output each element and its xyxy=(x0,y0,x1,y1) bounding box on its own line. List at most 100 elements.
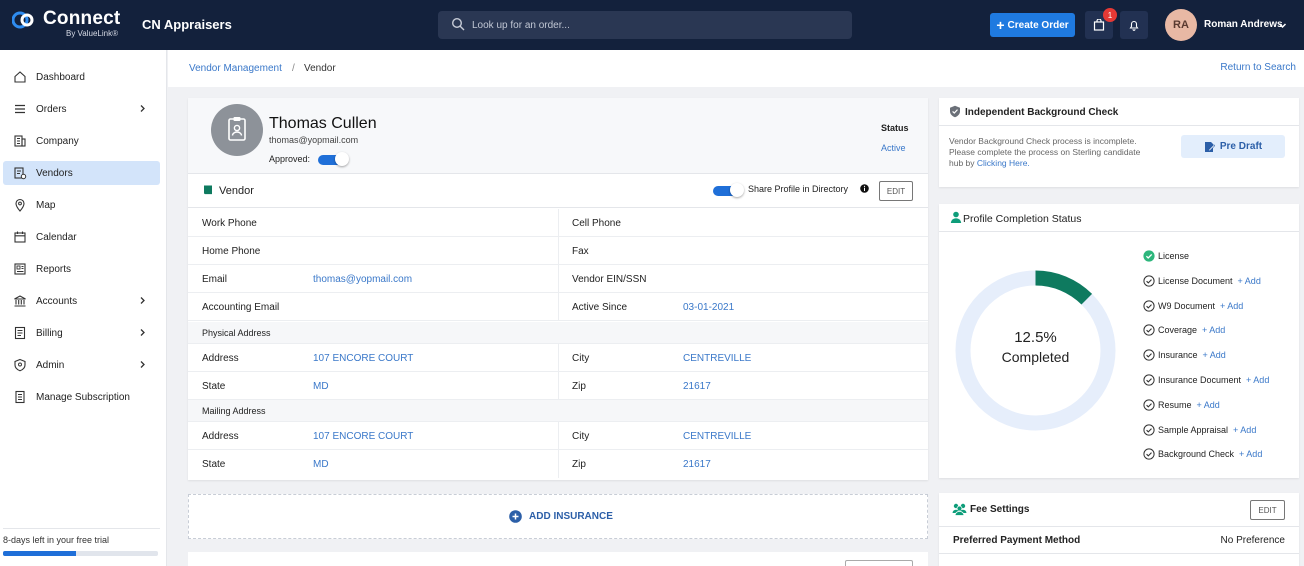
approved-label: Approved: xyxy=(269,154,311,164)
add-link[interactable]: + Add xyxy=(1246,375,1269,385)
sidebar-item-reports[interactable]: Reports xyxy=(3,257,160,281)
pre-draft-button[interactable]: Pre Draft xyxy=(1181,135,1285,158)
field-row: Accounting Email Active Since 03-01-2021 xyxy=(188,293,928,321)
return-to-search-link[interactable]: Return to Search xyxy=(1220,62,1296,73)
ein-label: Vendor EIN/SSN xyxy=(572,274,647,285)
search-input[interactable] xyxy=(472,11,842,39)
add-link[interactable]: + Add xyxy=(1238,276,1261,286)
work-phone-label: Work Phone xyxy=(202,218,257,229)
add-link[interactable]: + Add xyxy=(1197,400,1220,410)
sidebar-item-label: Calendar xyxy=(36,232,77,243)
vendor-edit-button[interactable]: EDIT xyxy=(879,181,913,201)
physical-state-label: State xyxy=(202,381,226,392)
field-row: Address 107 ENCORE COURT City CENTREVILL… xyxy=(188,422,928,450)
sidebar-item-label: Manage Subscription xyxy=(36,392,130,403)
calendar-icon xyxy=(14,231,26,243)
reports-icon xyxy=(14,263,26,275)
bell-icon xyxy=(1129,20,1139,31)
clicking-here-link[interactable]: Clicking Here. xyxy=(977,158,1030,168)
vendor-avatar[interactable] xyxy=(211,104,263,156)
accounting-email-label: Accounting Email xyxy=(202,302,280,313)
fee-settings-edit-button[interactable]: EDIT xyxy=(1250,500,1285,520)
create-order-label: Create Order xyxy=(1007,19,1069,31)
add-link[interactable]: + Add xyxy=(1203,350,1226,360)
background-check-header: Independent Background Check xyxy=(939,98,1299,126)
search-icon xyxy=(451,17,465,31)
check-outline-icon xyxy=(1143,374,1155,386)
breadcrumb-separator: / xyxy=(292,63,295,74)
user-name[interactable]: Roman Andrews xyxy=(1204,19,1283,30)
check-outline-icon xyxy=(1143,299,1155,312)
trial-progress-bar xyxy=(3,551,158,556)
completion-item-name: Insurance Document xyxy=(1158,375,1242,385)
physical-state-value: MD xyxy=(313,381,329,392)
check-outline-icon xyxy=(1143,349,1155,361)
sidebar-item-accounts[interactable]: Accounts xyxy=(3,289,160,313)
user-icon xyxy=(950,211,962,223)
chevron-right-icon xyxy=(140,297,145,304)
sidebar-item-vendors[interactable]: Vendors xyxy=(3,161,160,185)
completion-item: Sample Appraisal + Add xyxy=(1143,423,1256,437)
next-section-button[interactable] xyxy=(845,560,913,566)
sidebar-item-map[interactable]: Map xyxy=(3,193,160,217)
sidebar-item-label: Admin xyxy=(36,360,65,371)
sidebar-item-label: Accounts xyxy=(36,296,78,307)
sidebar-item-dashboard[interactable]: Dashboard xyxy=(3,65,160,89)
fax-label: Fax xyxy=(572,246,589,257)
connect-logo-icon xyxy=(12,11,34,29)
background-check-message: Vendor Background Check process is incom… xyxy=(949,136,1149,169)
sidebar-item-company[interactable]: Company xyxy=(3,129,160,153)
physical-address-label: Address xyxy=(202,353,239,364)
create-order-button[interactable]: + Create Order xyxy=(990,13,1075,37)
users-icon xyxy=(952,503,967,516)
background-check-title: Independent Background Check xyxy=(965,107,1119,118)
share-profile-label: Share Profile in Directory xyxy=(748,184,849,194)
company-name: CN Appraisers xyxy=(142,17,232,32)
status-value: Active xyxy=(881,143,906,153)
completion-item: W9 Document + Add xyxy=(1143,299,1243,313)
book-icon xyxy=(203,185,212,195)
logo-title: Connect xyxy=(43,8,121,29)
id-badge-icon xyxy=(228,117,246,141)
mailing-address-label: Address xyxy=(202,431,239,442)
sidebar-item-label: Company xyxy=(36,136,79,147)
sidebar-item-admin[interactable]: Admin xyxy=(3,353,160,377)
preferred-payment-value: No Preference xyxy=(1220,535,1285,546)
background-check-card: Independent Background Check Vendor Back… xyxy=(939,98,1299,187)
sidebar-item-label: Map xyxy=(36,200,56,211)
share-profile-toggle[interactable] xyxy=(713,183,744,197)
email-value[interactable]: thomas@yopmail.com xyxy=(313,274,412,285)
add-link[interactable]: + Add xyxy=(1202,325,1225,335)
chevron-down-icon[interactable] xyxy=(1278,21,1287,30)
completion-item: Insurance + Add xyxy=(1143,348,1226,362)
physical-address-heading-text: Physical Address xyxy=(202,328,271,338)
add-link[interactable]: + Add xyxy=(1239,449,1262,459)
vendor-section-title: Vendor xyxy=(219,185,254,197)
fee-settings-header: Fee Settings EDIT xyxy=(939,493,1299,527)
physical-city-value: CENTREVILLE xyxy=(683,353,752,364)
bank-icon xyxy=(14,295,26,307)
sidebar-item-label: Vendors xyxy=(36,168,73,179)
profile-completion-title: Profile Completion Status xyxy=(963,213,1082,225)
map-pin-icon xyxy=(15,198,25,212)
sidebar-item-orders[interactable]: Orders xyxy=(3,97,160,121)
sidebar-item-billing[interactable]: Billing xyxy=(3,321,160,345)
info-icon[interactable] xyxy=(860,184,869,193)
add-link[interactable]: + Add xyxy=(1220,301,1243,311)
approved-toggle[interactable] xyxy=(318,152,349,166)
sidebar-item-manage-subscription[interactable]: Manage Subscription xyxy=(3,385,160,409)
add-link[interactable]: + Add xyxy=(1233,425,1256,435)
mailing-address-heading: Mailing Address xyxy=(188,400,928,422)
email-label: Email xyxy=(202,274,228,285)
breadcrumb-vendor-management[interactable]: Vendor Management xyxy=(189,63,282,74)
notifications-button[interactable] xyxy=(1120,11,1148,39)
field-row: State MD Zip 21617 xyxy=(188,372,928,400)
completion-item: Resume + Add xyxy=(1143,398,1220,412)
user-avatar[interactable]: RA xyxy=(1165,9,1197,41)
top-bar: Connect By ValueLink® CN Appraisers + Cr… xyxy=(0,0,1304,50)
field-row: Email thomas@yopmail.com Vendor EIN/SSN xyxy=(188,265,928,293)
fee-settings-title: Fee Settings xyxy=(970,504,1030,515)
add-insurance-button[interactable]: ADD INSURANCE xyxy=(188,494,928,539)
orders-cart-button[interactable]: 1 xyxy=(1085,8,1117,39)
sidebar-item-calendar[interactable]: Calendar xyxy=(3,225,160,249)
